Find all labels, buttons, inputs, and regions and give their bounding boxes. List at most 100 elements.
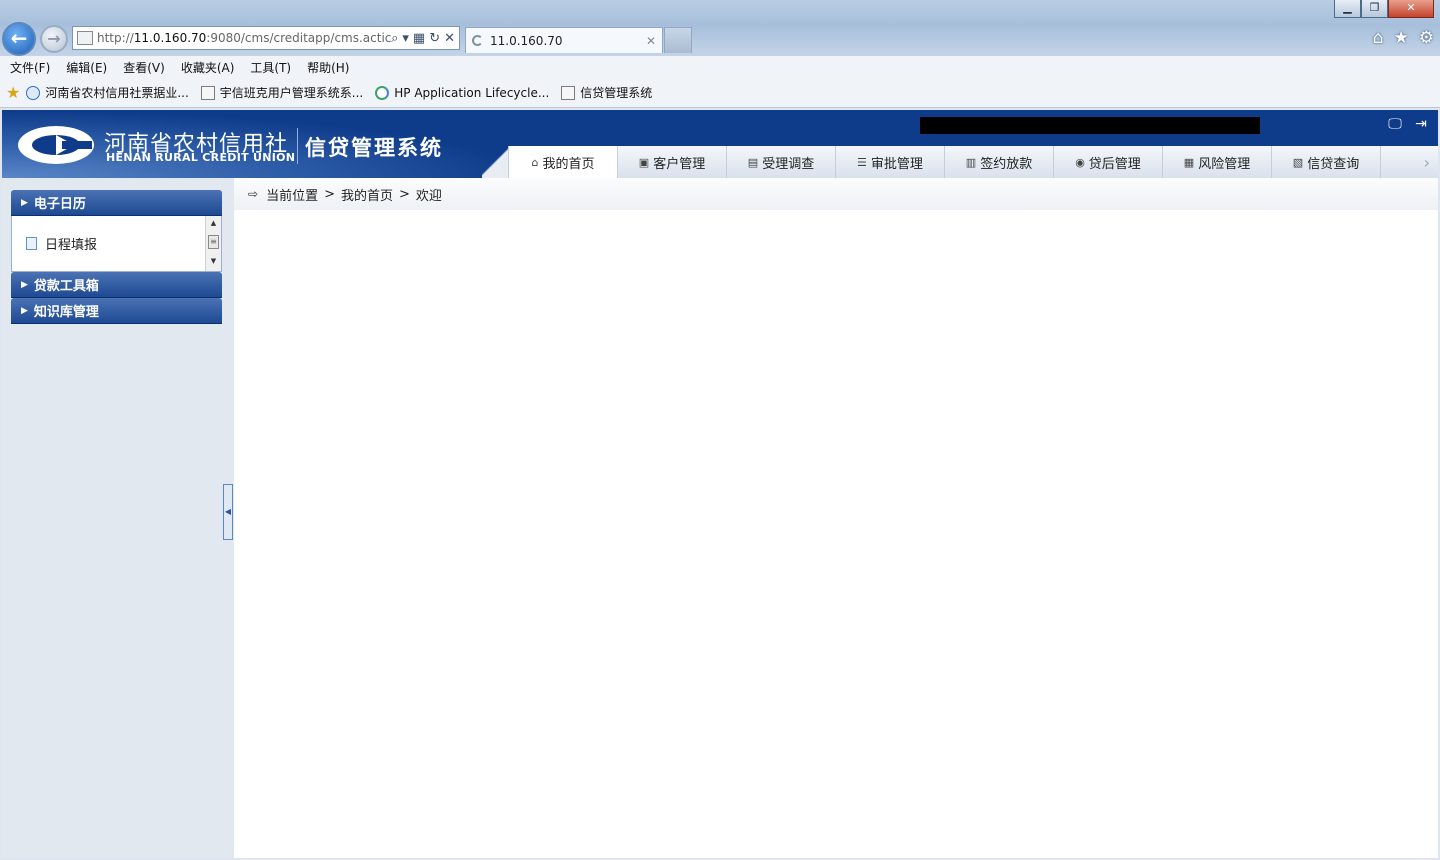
document-icon [26, 237, 37, 250]
caret-right-icon: ▶ [21, 197, 28, 208]
add-favorite-star-icon[interactable]: ★ [6, 83, 20, 102]
calendar-panel: 日程填报 ▲ ≡ ▼ [11, 216, 222, 272]
post-loan-icon: ◉ [1075, 155, 1085, 169]
logout-icon[interactable]: ⇥ [1412, 116, 1430, 132]
browser-tab[interactable]: 11.0.160.70 ✕ [465, 27, 663, 53]
collapse-left-icon: ◀ [224, 507, 232, 516]
ie-page-icon [26, 85, 41, 100]
main-content: ⇨ 当前位置 > 我的首页 > 欢迎 [234, 178, 1438, 858]
breadcrumb: ⇨ 当前位置 > 我的首页 > 欢迎 [234, 178, 1438, 210]
credit-union-logo-icon [18, 126, 94, 164]
approval-icon: ☰ [857, 155, 867, 169]
breadcrumb-item: 当前位置 [266, 188, 319, 204]
favorites-bar: ★ 河南省农村信用社票据业... 宇信班克用户管理系统系... HP Appli… [0, 78, 1440, 108]
menu-view[interactable]: 查看(V) [123, 56, 173, 78]
address-bar[interactable]: http://11.0.160.70:9080/cms/creditapp/cm… [72, 26, 460, 50]
tab-credit-query[interactable]: ▧ 信贷查询 [1271, 146, 1380, 178]
scroll-up-icon[interactable]: ▲ [206, 216, 221, 230]
favorite-link[interactable]: 宇信班克用户管理系统系... [200, 84, 364, 101]
main-nav: ⌂ 我的首页 ▣ 客户管理 ▤ 受理调查 ☰ 审批管理 ▥ 签约放款 ◉ 贷后管… [482, 146, 1438, 178]
close-window-icon[interactable]: ✕ [1388, 0, 1434, 18]
minimize-icon[interactable]: ▁ [1334, 0, 1361, 18]
sidebar-collapse-handle[interactable]: ◀ [223, 484, 233, 540]
favorites-star-icon[interactable]: ★ [1394, 28, 1409, 48]
page-favicon-icon [77, 31, 93, 45]
app-header: 河南省农村信用社 HENAN RURAL CREDIT UNION 信贷管理系统… [2, 110, 1438, 178]
restore-icon[interactable]: ❐ [1361, 0, 1388, 18]
section-label: 电子日历 [33, 197, 86, 212]
risk-icon: ▦ [1183, 155, 1195, 169]
home-icon[interactable]: ⌂ [1373, 28, 1384, 48]
gear-icon[interactable]: ⚙ [1419, 28, 1434, 48]
favorite-link[interactable]: HP Application Lifecycle... [375, 85, 550, 100]
home-icon: ⌂ [531, 155, 539, 169]
tab-customer-management[interactable]: ▣ 客户管理 [617, 146, 726, 178]
browser-menubar: 文件(F) 编辑(E) 查看(V) 收藏夹(A) 工具(T) 帮助(H) [0, 56, 1440, 78]
tab-label: 受理调查 [762, 156, 815, 172]
refresh-icon[interactable]: ↻ [429, 31, 440, 46]
menu-file[interactable]: 文件(F) [10, 56, 58, 78]
favorite-link[interactable]: 河南省农村信用社票据业... [26, 84, 189, 101]
sidebar-section-calendar[interactable]: ▶ 电子日历 [11, 190, 222, 216]
address-url[interactable]: http://11.0.160.70:9080/cms/creditapp/cm… [97, 31, 391, 45]
chevron-right-icon: › [1423, 152, 1430, 172]
caret-right-icon: ▶ [21, 305, 28, 316]
tab-post-loan[interactable]: ◉ 贷后管理 [1053, 146, 1162, 178]
menu-edit[interactable]: 编辑(E) [66, 56, 115, 78]
tab-contract-loan[interactable]: ▥ 签约放款 [944, 146, 1053, 178]
sidebar-item-schedule[interactable]: 日程填报 [26, 234, 97, 253]
compatibility-view-icon[interactable]: ▦ [413, 31, 425, 46]
survey-icon: ▤ [747, 155, 759, 169]
tab-survey[interactable]: ▤ 受理调查 [726, 146, 835, 178]
window-controls: ▁ ❐ ✕ [1334, 0, 1434, 18]
sidebar-section-knowledge-base[interactable]: ▶ 知识库管理 [11, 298, 222, 324]
scroll-thumb[interactable]: ≡ [208, 235, 219, 249]
favorite-label: 河南省农村信用社票据业... [45, 86, 189, 100]
address-url-host: 11.0.160.70 [133, 31, 207, 45]
customer-icon: ▣ [638, 155, 650, 169]
favorite-link[interactable]: 信贷管理系统 [561, 84, 652, 101]
favorite-label: 信贷管理系统 [580, 86, 653, 100]
back-button[interactable]: ← [2, 22, 36, 56]
tab-label: 客户管理 [653, 156, 706, 172]
dropdown-icon[interactable]: ▾ [402, 31, 409, 46]
sidebar-section-loan-toolbox[interactable]: ▶ 贷款工具箱 [11, 272, 222, 298]
favorite-label: 宇信班克用户管理系统系... [219, 86, 364, 100]
nav-scroll-right-button[interactable]: › [1380, 146, 1438, 178]
tab-label: 签约放款 [980, 156, 1033, 172]
tab-label: 我的首页 [542, 156, 595, 172]
back-arrow-icon: ← [10, 26, 28, 50]
location-icon: ⇨ [248, 187, 259, 201]
hp-alm-icon [375, 85, 390, 100]
caret-right-icon: ▶ [21, 279, 28, 290]
tab-title: 11.0.160.70 [490, 33, 563, 48]
breadcrumb-separator: > [324, 186, 335, 202]
address-url-path: :9080/cms/creditapp/cms.actic [206, 31, 392, 45]
menu-tools[interactable]: 工具(T) [250, 56, 299, 78]
menu-help[interactable]: 帮助(H) [307, 56, 357, 78]
breadcrumb-item[interactable]: 我的首页 [341, 185, 393, 204]
forward-button[interactable]: → [40, 25, 68, 53]
section-label: 贷款工具箱 [33, 279, 99, 294]
breadcrumb-separator: > [399, 186, 410, 202]
scroll-down-icon[interactable]: ▼ [206, 254, 221, 268]
search-icon[interactable]: ⌕ [391, 31, 398, 46]
close-tab-icon[interactable]: ✕ [646, 34, 656, 48]
favorite-label: HP Application Lifecycle... [394, 85, 550, 100]
brand-name-en: HENAN RURAL CREDIT UNION [106, 151, 296, 164]
menu-favorites[interactable]: 收藏夹(A) [181, 56, 243, 78]
stop-icon[interactable]: ✕ [444, 31, 455, 46]
tab-home[interactable]: ⌂ 我的首页 [508, 146, 617, 178]
new-tab-button[interactable] [664, 27, 692, 53]
system-name: 信贷管理系统 [305, 136, 443, 160]
browser-titlebar: ▁ ❐ ✕ ← → http://11.0.160.70:9080/cms/cr… [0, 0, 1440, 56]
monitor-icon[interactable]: 🖵 [1386, 116, 1404, 132]
panel-scrollbar[interactable]: ▲ ≡ ▼ [205, 216, 221, 271]
page-icon [200, 85, 215, 100]
tab-approval[interactable]: ☰ 审批管理 [835, 146, 944, 178]
query-icon: ▧ [1292, 155, 1304, 169]
tab-risk[interactable]: ▦ 风险管理 [1162, 146, 1271, 178]
redacted-user-info [920, 117, 1260, 134]
tab-label: 审批管理 [870, 156, 923, 172]
address-url-prefix: http:// [97, 31, 134, 45]
